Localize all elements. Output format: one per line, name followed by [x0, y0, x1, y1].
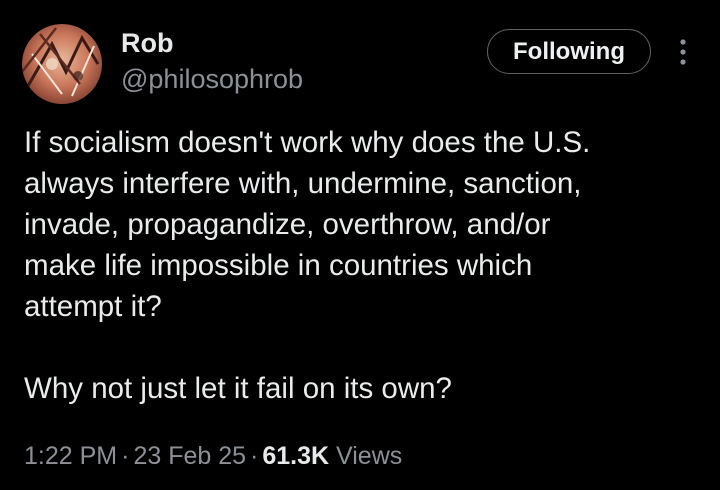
tweet-card: Rob @philosophrob Following If socialism… [0, 0, 720, 490]
views-count[interactable]: 61.3K [262, 442, 329, 470]
more-vertical-icon[interactable] [672, 35, 694, 69]
tweet-paragraph-1: If socialism doesn't work why does the U… [24, 122, 704, 327]
views-label[interactable]: Views [336, 442, 402, 470]
tweet-line: make life impossible in countries which [24, 249, 533, 282]
meta-separator: · [121, 442, 130, 470]
tweet-date[interactable]: 23 Feb 25 [133, 442, 246, 470]
author-display-name[interactable]: Rob [121, 26, 173, 60]
tweet-meta: 1:22 PM · 23 Feb 25 · 61.3K Views [24, 440, 402, 472]
avatar[interactable] [22, 24, 102, 104]
tweet-time[interactable]: 1:22 PM [24, 442, 117, 470]
tweet-line: If socialism doesn't work why does the U… [24, 126, 591, 159]
tweet-line: attempt it? [24, 290, 162, 323]
tweet-line: always interfere with, undermine, sancti… [24, 167, 582, 200]
author-handle[interactable]: @philosophrob [121, 63, 303, 95]
tweet-text: If socialism doesn't work why does the U… [24, 122, 704, 409]
tweet-line: invade, propagandize, overthrow, and/or [24, 208, 551, 241]
following-button[interactable]: Following [487, 29, 651, 74]
tweet-paragraph-2: Why not just let it fail on its own? [24, 372, 452, 405]
meta-separator: · [250, 442, 259, 470]
